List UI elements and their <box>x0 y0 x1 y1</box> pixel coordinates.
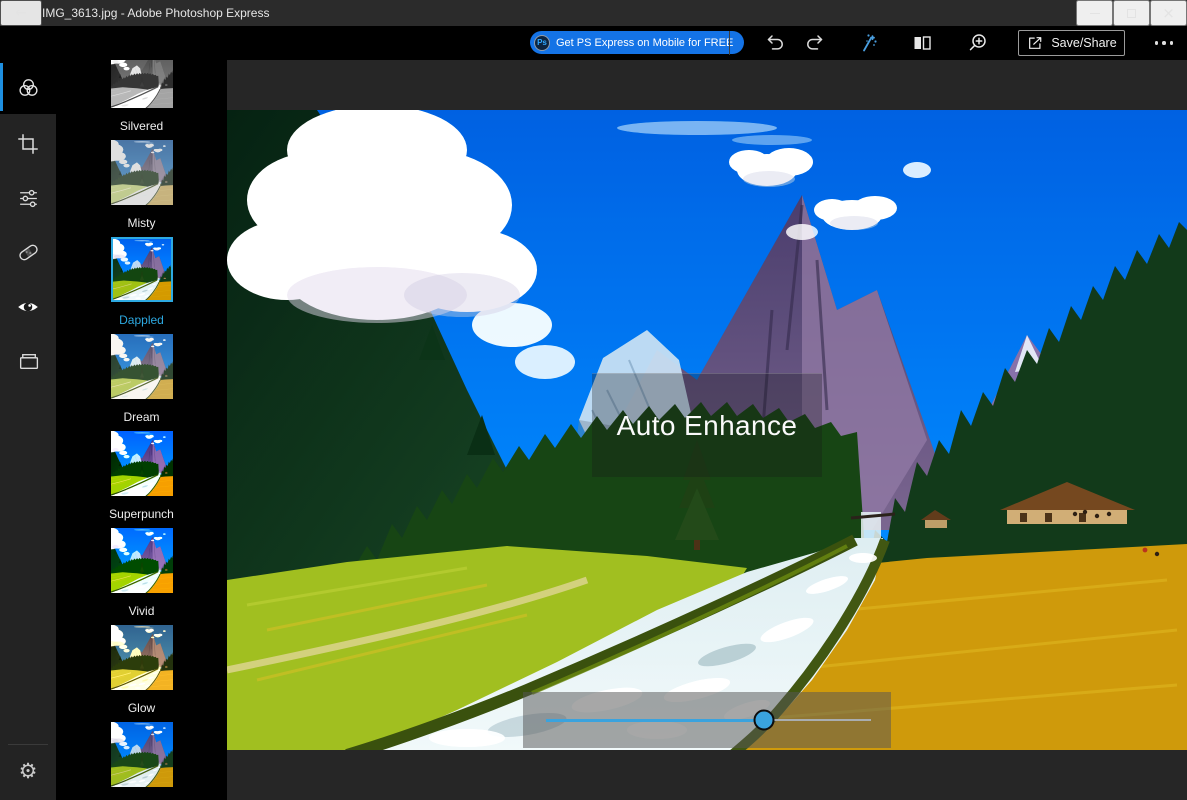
photoshop-express-window: { "window": { "title": "IMG_3613.jpg - A… <box>0 0 1187 800</box>
filter-item-dappled[interactable]: Dappled <box>56 237 227 327</box>
filter-item-partial[interactable] <box>56 722 227 798</box>
back-button[interactable]: ← <box>0 0 42 26</box>
filter-thumbnail <box>111 140 173 205</box>
window-controls: × <box>1076 0 1187 26</box>
sidebar-item-red-eye[interactable] <box>0 280 56 334</box>
filter-strength-slider[interactable] <box>546 719 871 721</box>
filter-item-dream[interactable]: Dream <box>56 334 227 424</box>
auto-enhance-wand-icon <box>857 32 879 54</box>
sidebar-item-crop[interactable] <box>0 117 56 171</box>
auto-enhance-button[interactable] <box>854 29 882 57</box>
filter-item-silvered[interactable]: Silvered <box>56 60 227 133</box>
red-eye-icon <box>16 295 40 319</box>
minimize-icon <box>1090 13 1100 14</box>
filter-item-glow[interactable]: Glow <box>56 625 227 715</box>
filter-thumbnail <box>111 625 173 690</box>
back-arrow-icon: ← <box>15 5 27 21</box>
filter-label: Dappled <box>119 313 164 327</box>
filter-thumbnail <box>111 237 173 302</box>
close-button[interactable]: × <box>1150 0 1187 26</box>
compare-icon <box>911 32 933 54</box>
sidebar-item-borders[interactable] <box>0 334 56 388</box>
filter-label: Superpunch <box>109 507 174 521</box>
gear-icon: ⚙ <box>19 759 38 783</box>
window-title: IMG_3613.jpg - Adobe Photoshop Express <box>42 6 269 20</box>
get-ps-express-promo-button[interactable]: Ps Get PS Express on Mobile for FREE <box>530 31 744 54</box>
sidebar-item-adjustments[interactable] <box>0 171 56 225</box>
filter-label: Vivid <box>129 604 155 618</box>
filter-thumbnail <box>111 528 173 593</box>
filter-thumbnail <box>111 431 173 496</box>
borders-frame-icon <box>17 350 40 373</box>
redo-icon <box>804 32 826 54</box>
filter-label: Silvered <box>120 119 163 133</box>
toolbar-divider <box>729 31 730 55</box>
filter-thumbnail <box>111 722 173 787</box>
filter-label: Dream <box>123 410 159 424</box>
sidebar-item-looks[interactable] <box>0 60 56 114</box>
maximize-icon <box>1127 9 1136 18</box>
filter-thumbnail <box>111 60 173 108</box>
save-share-label: Save/Share <box>1051 36 1116 50</box>
adjustments-sliders-icon <box>17 187 40 210</box>
save-share-button[interactable]: Save/Share <box>1018 30 1125 56</box>
settings-button[interactable]: ⚙ <box>0 748 56 794</box>
toolbar: Ps Get PS Express on Mobile for FREE <box>0 26 1187 60</box>
crop-icon <box>17 133 39 155</box>
redo-button[interactable] <box>801 29 829 57</box>
canvas-area: Auto Enhance <box>227 60 1187 800</box>
minimize-button[interactable] <box>1076 0 1113 26</box>
compare-button[interactable] <box>908 29 936 57</box>
share-icon <box>1026 34 1044 52</box>
filter-label: Glow <box>128 701 155 715</box>
more-options-icon <box>1155 41 1174 45</box>
more-options-button[interactable] <box>1144 29 1184 57</box>
ps-logo-icon: Ps <box>534 35 550 51</box>
filter-item-vivid[interactable]: Vivid <box>56 528 227 618</box>
zoom-button[interactable] <box>964 29 992 57</box>
filter-item-misty[interactable]: Misty <box>56 140 227 230</box>
tool-sidebar: ⚙ <box>0 60 56 800</box>
undo-button[interactable] <box>761 29 789 57</box>
slider-fill <box>546 719 764 722</box>
filter-label: Misty <box>128 216 156 230</box>
undo-icon <box>764 32 786 54</box>
maximize-button[interactable] <box>1113 0 1150 26</box>
zoom-in-icon <box>967 32 989 54</box>
promo-label: Get PS Express on Mobile for FREE <box>556 37 733 49</box>
filter-thumbnail <box>111 334 173 399</box>
filter-strength-panel <box>523 692 891 748</box>
auto-enhance-label: Auto Enhance <box>617 410 798 442</box>
slider-handle[interactable] <box>753 710 774 731</box>
titlebar: ← IMG_3613.jpg - Adobe Photoshop Express… <box>0 0 1187 26</box>
looks-filters-icon <box>17 76 40 99</box>
looks-filter-panel: Silvered Misty Dappled Dream Superpunch … <box>56 60 227 800</box>
healing-bandaid-icon <box>17 241 40 264</box>
sidebar-item-healing[interactable] <box>0 225 56 279</box>
close-icon: × <box>1162 6 1175 21</box>
sidebar-divider <box>8 744 48 745</box>
filter-item-superpunch[interactable]: Superpunch <box>56 431 227 521</box>
auto-enhance-overlay: Auto Enhance <box>592 373 822 477</box>
